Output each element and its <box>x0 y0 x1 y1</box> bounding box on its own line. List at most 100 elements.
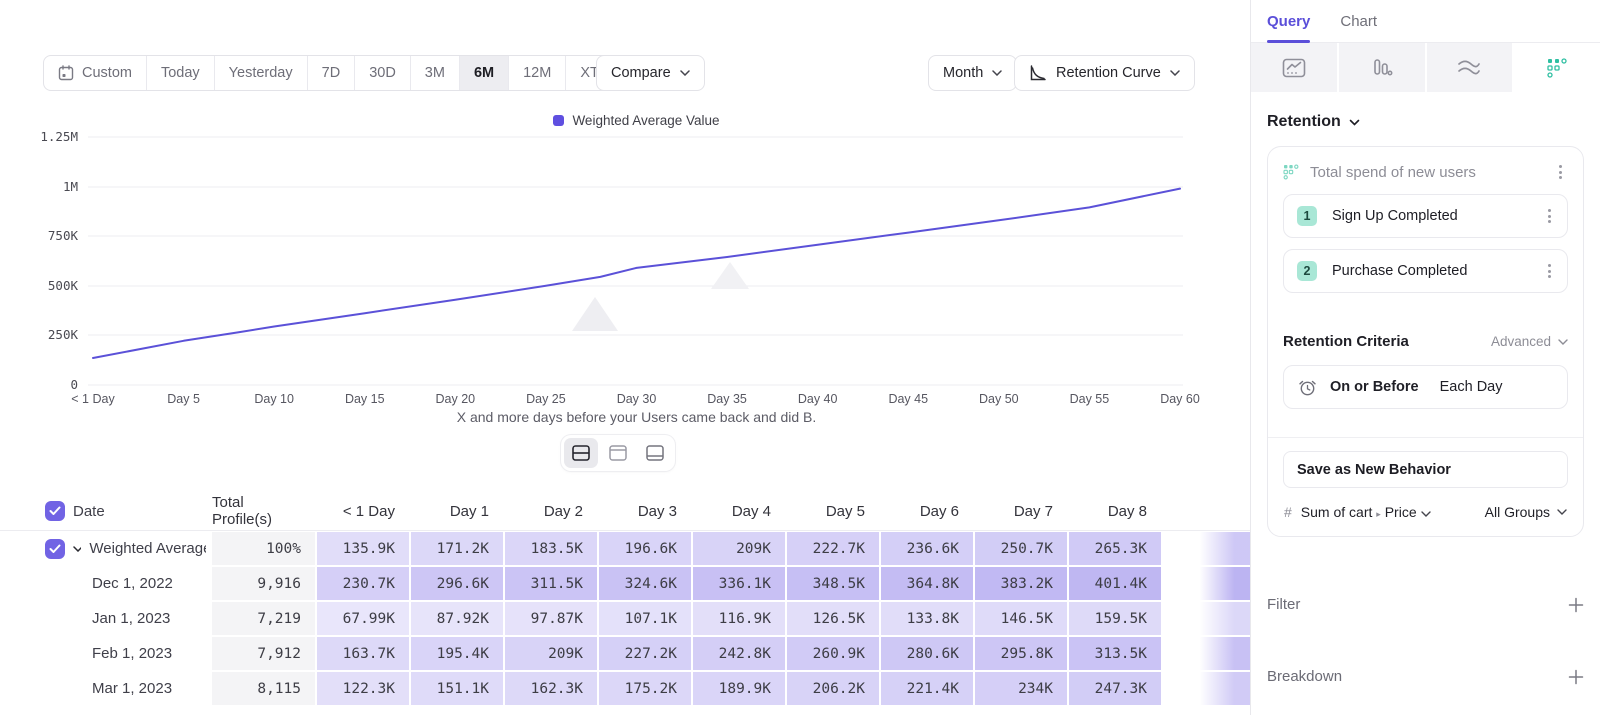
retention-value-cell[interactable]: 383.2K <box>975 567 1069 602</box>
calendar-icon <box>58 65 74 81</box>
retention-value-cell[interactable]: 324.6K <box>599 567 693 602</box>
compare-button[interactable]: Compare <box>596 55 705 91</box>
retention-value-cell[interactable]: 234K <box>975 672 1069 707</box>
x-tick-label: Day 45 <box>866 392 950 406</box>
retention-value-cell[interactable]: 296.6K <box>411 567 505 602</box>
criteria-mode-select[interactable]: Advanced <box>1491 334 1568 349</box>
retention-value-cell[interactable]: 175.2K <box>599 672 693 707</box>
retention-value-cell[interactable]: 135.9K <box>317 532 411 567</box>
add-breakdown-button[interactable] <box>1568 669 1584 685</box>
range-today-button[interactable]: Today <box>147 56 215 90</box>
retention-value-cell[interactable]: 250.7K <box>975 532 1069 567</box>
retention-value-cell[interactable]: 151.1K <box>411 672 505 707</box>
kebab-menu-icon[interactable] <box>1553 161 1568 183</box>
layout-table-view-button[interactable] <box>638 438 672 468</box>
tab-query[interactable]: Query <box>1267 0 1310 42</box>
range-12m-button[interactable]: 12M <box>509 56 566 90</box>
select-all-checkbox[interactable] <box>45 501 65 521</box>
behavior-header[interactable]: Total spend of new users <box>1283 161 1568 183</box>
groups-select[interactable]: All Groups <box>1485 504 1567 520</box>
bar-chart-tab[interactable] <box>1339 43 1427 92</box>
chart-canvas[interactable] <box>0 100 1250 410</box>
retention-value-cell[interactable]: 67.99K <box>317 602 411 637</box>
date-cell[interactable]: Jan 1, 2023 <box>0 602 212 637</box>
date-cell[interactable]: Mar 1, 2023 <box>0 672 212 707</box>
range-30d-button[interactable]: 30D <box>355 56 411 90</box>
retention-value-cell[interactable]: 107.1K <box>599 602 693 637</box>
flow-chart-tab[interactable] <box>1427 43 1515 92</box>
layout-split-view-button[interactable] <box>564 438 598 468</box>
kebab-menu-icon[interactable] <box>1542 205 1557 227</box>
retention-value-cell[interactable]: 196.6K <box>599 532 693 567</box>
retention-value-cell[interactable]: 295.8K <box>975 637 1069 672</box>
retention-value-cell[interactable]: 116.9K <box>693 602 787 637</box>
retention-value-cell[interactable]: 146.5K <box>975 602 1069 637</box>
range-6m-button[interactable]: 6M <box>460 56 509 90</box>
date-cell[interactable]: Weighted Average ... <box>0 532 212 567</box>
range-yesterday-button[interactable]: Yesterday <box>215 56 308 90</box>
retention-value-cell[interactable]: 209K <box>693 532 787 567</box>
column-header-total-profile-s-: Total Profile(s) <box>212 494 317 530</box>
range-3m-button[interactable]: 3M <box>411 56 460 90</box>
retention-value-cell[interactable]: 280.6K <box>881 637 975 672</box>
retention-value-cell[interactable]: 242.8K <box>693 637 787 672</box>
clipped-value-cell <box>1163 567 1250 602</box>
retention-tab[interactable] <box>1514 43 1600 92</box>
retention-value-cell[interactable]: 265.3K <box>1069 532 1163 567</box>
retention-value-cell[interactable]: 313.5K <box>1069 637 1163 672</box>
retention-value-cell[interactable]: 230.7K <box>317 567 411 602</box>
retention-value-cell[interactable]: 195.4K <box>411 637 505 672</box>
range-custom-button[interactable]: Custom <box>44 56 147 90</box>
retention-value-cell[interactable]: 260.9K <box>787 637 881 672</box>
retention-value-cell[interactable]: 97.87K <box>505 602 599 637</box>
retention-value-cell[interactable]: 311.5K <box>505 567 599 602</box>
retention-value-cell[interactable]: 162.3K <box>505 672 599 707</box>
retention-value-cell[interactable]: 336.1K <box>693 567 787 602</box>
row-checkbox[interactable] <box>45 539 65 559</box>
retention-value-cell[interactable]: 247.3K <box>1069 672 1163 707</box>
date-cell[interactable]: Dec 1, 2022 <box>0 567 212 602</box>
retention-value-cell[interactable]: 206.2K <box>787 672 881 707</box>
measure-type-select[interactable]: Retention <box>1267 113 1584 131</box>
retention-value-cell[interactable]: 222.7K <box>787 532 881 567</box>
retention-value-cell[interactable]: 236.6K <box>881 532 975 567</box>
expand-chevron-icon[interactable] <box>73 546 81 552</box>
y-tick-label: 1M <box>0 179 78 194</box>
retention-value-cell[interactable]: 171.2K <box>411 532 505 567</box>
retention-value-cell[interactable]: 348.5K <box>787 567 881 602</box>
table-header-row: DateTotal Profile(s)< 1 DayDay 1Day 2Day… <box>0 494 1250 531</box>
save-as-new-behavior-button[interactable]: Save as New Behavior <box>1283 451 1568 488</box>
retention-value-cell[interactable]: 159.5K <box>1069 602 1163 637</box>
line-chart-tab[interactable] <box>1251 43 1339 92</box>
step-row-2[interactable]: 2 Purchase Completed <box>1283 249 1568 293</box>
row-date-label: Jan 1, 2023 <box>92 610 170 627</box>
query-sidebar: Query Chart Retention <box>1250 0 1600 715</box>
retention-value-cell[interactable]: 133.8K <box>881 602 975 637</box>
retention-bound-row[interactable]: On or Before Each Day <box>1283 365 1568 409</box>
aggregation-select[interactable]: Sum of cart ▸ Price <box>1301 504 1431 520</box>
chevron-down-icon <box>680 70 690 76</box>
layout-chart-view-button[interactable] <box>601 438 635 468</box>
column-header-date: Date <box>0 494 212 530</box>
range-7d-button[interactable]: 7D <box>308 56 356 90</box>
x-tick-label: Day 35 <box>685 392 769 406</box>
retention-value-cell[interactable]: 364.8K <box>881 567 975 602</box>
retention-value-cell[interactable]: 401.4K <box>1069 567 1163 602</box>
retention-value-cell[interactable]: 87.92K <box>411 602 505 637</box>
granularity-button[interactable]: Month <box>928 55 1017 91</box>
retention-value-cell[interactable]: 209K <box>505 637 599 672</box>
retention-value-cell[interactable]: 163.7K <box>317 637 411 672</box>
retention-value-cell[interactable]: 189.9K <box>693 672 787 707</box>
retention-value-cell[interactable]: 122.3K <box>317 672 411 707</box>
tab-chart[interactable]: Chart <box>1340 0 1377 42</box>
column-header-label: Total Profile(s) <box>212 494 301 528</box>
step-row-1[interactable]: 1 Sign Up Completed <box>1283 194 1568 238</box>
retention-value-cell[interactable]: 183.5K <box>505 532 599 567</box>
retention-value-cell[interactable]: 126.5K <box>787 602 881 637</box>
add-filter-button[interactable] <box>1568 597 1584 613</box>
retention-value-cell[interactable]: 227.2K <box>599 637 693 672</box>
chart-type-button[interactable]: Retention Curve <box>1014 55 1195 91</box>
retention-value-cell[interactable]: 221.4K <box>881 672 975 707</box>
kebab-menu-icon[interactable] <box>1542 260 1557 282</box>
date-cell[interactable]: Feb 1, 2023 <box>0 637 212 672</box>
